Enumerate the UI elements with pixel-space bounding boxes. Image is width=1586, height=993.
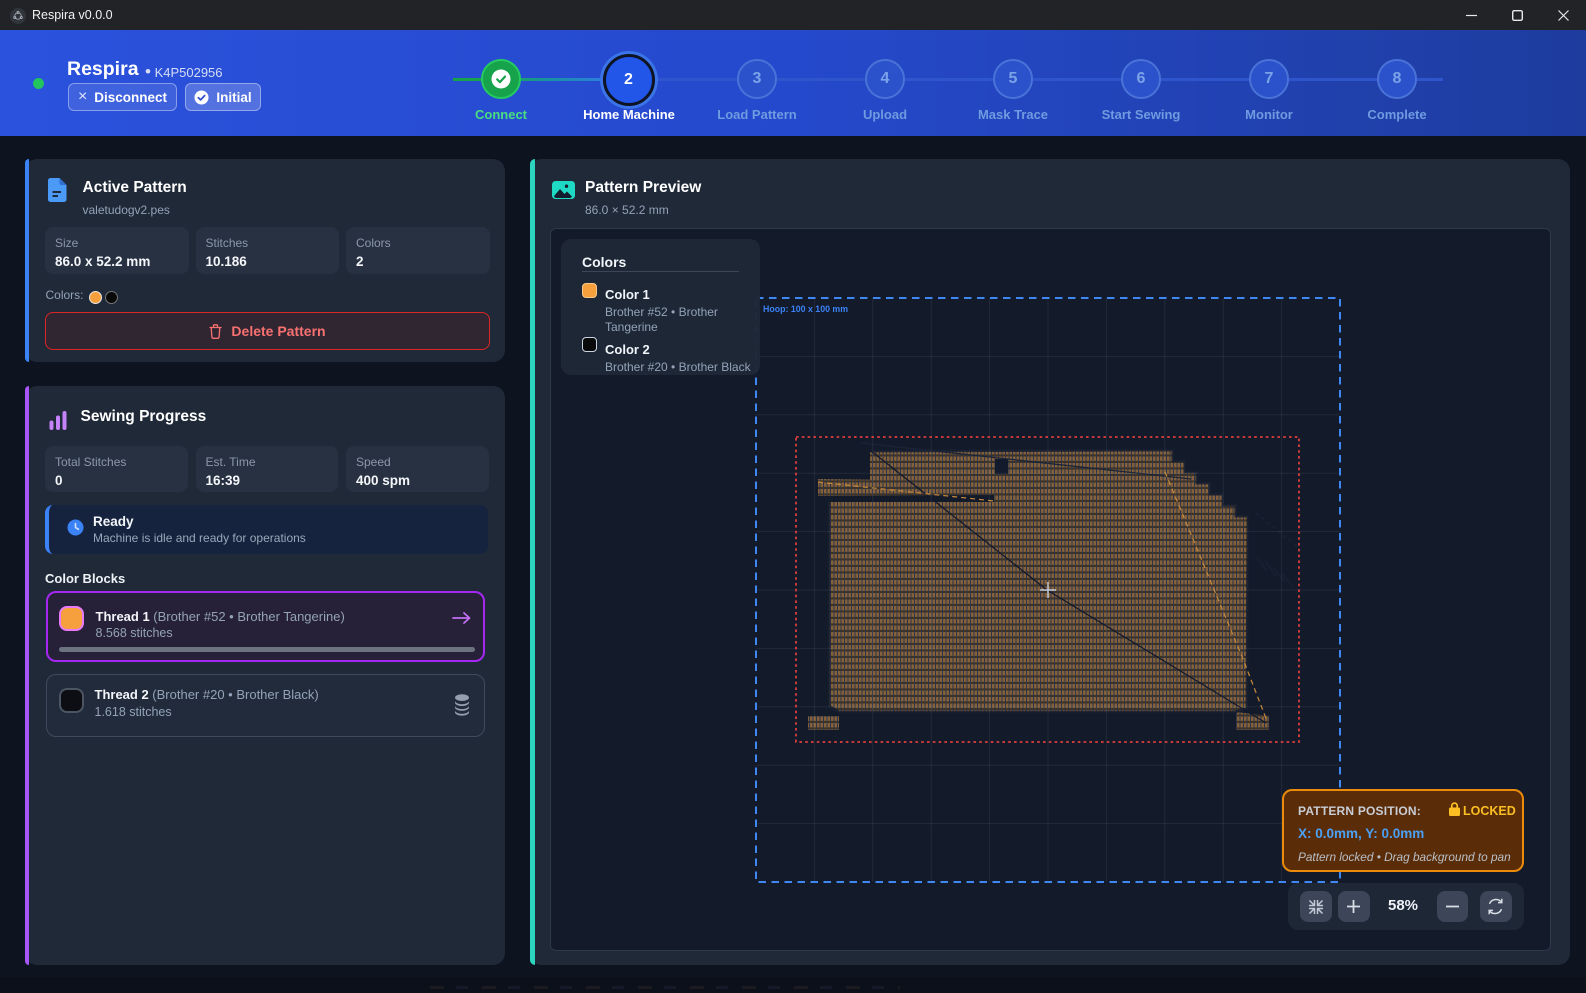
svg-text:Hoop: 100 x 100 mm: Hoop: 100 x 100 mm (763, 304, 848, 314)
